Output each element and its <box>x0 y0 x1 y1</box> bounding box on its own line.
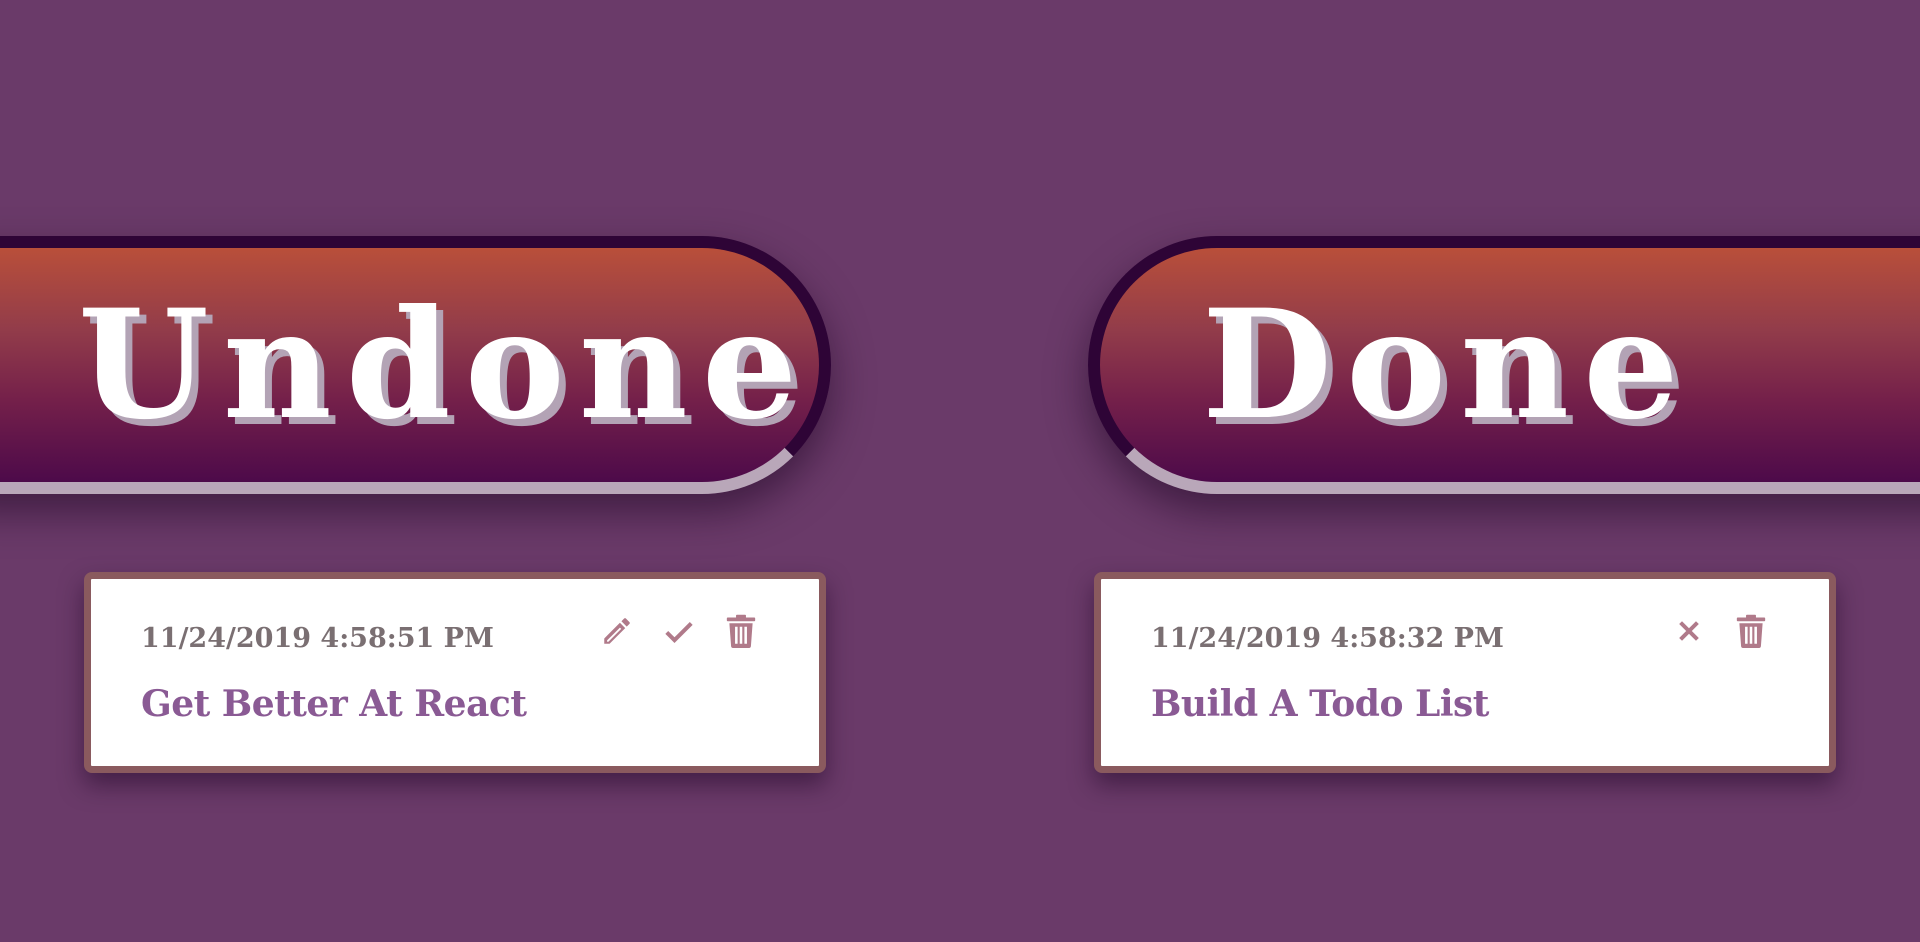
todo-title: Build A Todo List <box>1151 683 1489 725</box>
delete-button[interactable] <box>1733 613 1769 649</box>
todo-timestamp: 11/24/2019 4:58:51 PM <box>141 623 494 654</box>
todo-board: Undone Done 11/24/2019 4:58:51 PM Get Be… <box>0 0 1920 942</box>
delete-button[interactable] <box>723 613 759 649</box>
undone-header-banner: Undone <box>0 236 831 494</box>
done-header-banner: Done <box>1088 236 1920 494</box>
undone-heading: Undone <box>78 277 812 453</box>
edit-button[interactable] <box>599 613 635 649</box>
todo-title: Get Better At React <box>141 683 527 725</box>
trash-icon <box>1736 614 1766 648</box>
todo-actions <box>599 613 759 649</box>
close-icon <box>1679 621 1699 641</box>
mark-undone-button[interactable] <box>1671 613 1707 649</box>
todo-actions <box>1671 613 1769 649</box>
todo-timestamp: 11/24/2019 4:58:32 PM <box>1151 623 1504 654</box>
trash-icon <box>726 614 756 648</box>
check-icon <box>665 622 693 643</box>
todo-card-done: 11/24/2019 4:58:32 PM Build A Todo List <box>1094 572 1836 773</box>
pencil-icon <box>604 618 630 644</box>
todo-card-undone: 11/24/2019 4:58:51 PM Get Better At Reac… <box>84 572 826 773</box>
done-heading: Done <box>1202 277 1693 453</box>
mark-done-button[interactable] <box>661 613 697 649</box>
